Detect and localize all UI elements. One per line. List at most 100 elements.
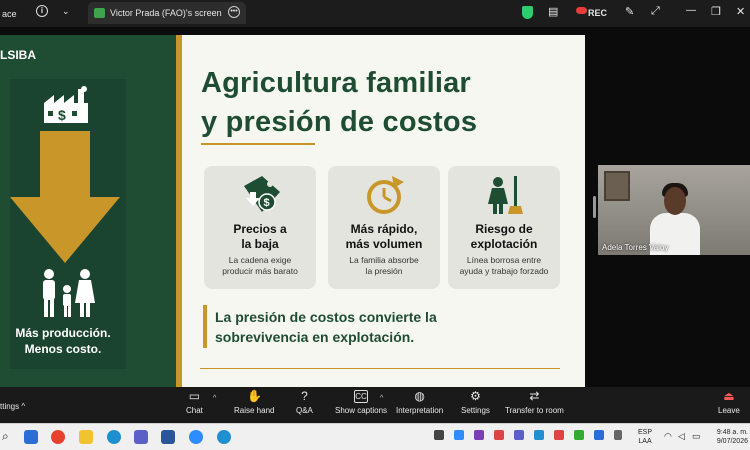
minimize-icon[interactable]: — xyxy=(686,5,696,16)
clock-arrow-icon xyxy=(367,176,404,214)
tray-app-icon[interactable] xyxy=(574,430,584,440)
quote-line-1: La presión de costos convierte la xyxy=(215,309,437,325)
interpretation-button[interactable]: ◍ Interpretation xyxy=(396,389,444,416)
lang-line-1: ESP xyxy=(638,429,653,436)
copilot-app-icon[interactable] xyxy=(24,430,38,444)
raise-hand-button[interactable]: ✋ Raise hand xyxy=(234,389,275,416)
tray-onedrive-icon[interactable] xyxy=(534,430,544,440)
shared-screen-tab[interactable]: Victor Prada (FAO)'s screen ••• xyxy=(88,2,246,24)
window-top-bar: ace i ⌄ Victor Prada (FAO)'s screen ••• … xyxy=(0,0,750,27)
slide-left-panel: LSIBA $ Más producción. Menos costo. xyxy=(0,35,176,387)
card-desc-line-2: ayuda y trabajo forzado xyxy=(459,266,549,276)
tagline-line-2: Menos costo. xyxy=(24,342,102,356)
quote-line-2: sobrevivencia en explotación. xyxy=(215,329,415,345)
notes-icon[interactable]: ▤ xyxy=(548,5,558,18)
tray-teams-icon[interactable] xyxy=(514,430,524,440)
quote-accent-bar xyxy=(203,305,207,348)
input-language[interactable]: ESP LAA xyxy=(638,428,652,446)
tray-zoom-icon[interactable] xyxy=(454,430,464,440)
slide-title: Agricultura familiar y presión de costos xyxy=(201,64,477,142)
globe-icon: ◍ xyxy=(414,389,425,403)
family-icon xyxy=(43,269,95,317)
chat-icon: ▭ xyxy=(188,389,201,403)
captions-options-caret[interactable]: ^ xyxy=(380,395,383,402)
qa-icon: ? xyxy=(301,389,308,403)
clock-time: 9:48 a. m. xyxy=(716,429,748,436)
edge-app-icon[interactable] xyxy=(107,430,121,444)
fullscreen-icon[interactable]: ⤢ xyxy=(651,5,660,18)
gear-icon: ⚙ xyxy=(470,389,481,403)
card-speed: Más rápido, más volumen La familia absor… xyxy=(328,166,440,289)
shared-slide: LSIBA $ Más producción. Menos costo. Agr… xyxy=(0,35,585,387)
settings-button[interactable]: ⚙ Settings xyxy=(461,389,490,416)
lang-line-2: LAA xyxy=(638,438,652,445)
hand-icon: ✋ xyxy=(247,389,263,403)
teams-app-icon[interactable] xyxy=(134,430,148,444)
qa-button[interactable]: ? Q&A xyxy=(296,389,313,416)
search-icon[interactable]: ⌕ xyxy=(2,429,9,444)
chrome-app-icon[interactable] xyxy=(51,430,65,444)
captions-button[interactable]: CC Show captions xyxy=(335,390,387,415)
settings-fragment-label: ttings xyxy=(0,402,20,411)
title-line-1: Agricultura familiar xyxy=(201,67,471,99)
word-app-icon[interactable] xyxy=(161,430,175,444)
card-title-line-1: Precios a xyxy=(233,222,287,236)
restore-icon[interactable]: ❐ xyxy=(711,5,721,18)
captions-icon: CC xyxy=(354,390,369,403)
panel-resize-handle[interactable] xyxy=(593,196,596,218)
participant-video[interactable]: Adela Torres Valoy xyxy=(598,165,750,255)
card-title-line-2: explotación xyxy=(470,237,538,251)
browser-app-icon[interactable] xyxy=(217,430,231,444)
card-title-line-2: la baja xyxy=(241,237,279,251)
transfer-button[interactable]: ⇄ Transfer to room xyxy=(505,389,564,416)
chat-button[interactable]: ▭ Chat xyxy=(186,389,203,416)
raise-hand-label: Raise hand xyxy=(234,406,275,415)
brand-label: LSIBA xyxy=(0,48,36,62)
card-title-line-2: más volumen xyxy=(345,237,423,251)
title-underline xyxy=(201,143,315,145)
leave-button[interactable]: ⏏ Leave xyxy=(718,390,740,416)
card-title-line-1: Riesgo de xyxy=(475,222,533,236)
file-explorer-icon[interactable] xyxy=(79,430,93,444)
card-desc-line-1: La cadena exige xyxy=(228,255,292,265)
battery-icon[interactable]: ▭ xyxy=(692,431,701,442)
wifi-icon[interactable]: ◠ xyxy=(664,431,672,442)
encryption-shield-icon[interactable] xyxy=(522,6,533,19)
captions-label: Show captions xyxy=(335,406,388,415)
zoom-app-icon[interactable] xyxy=(189,430,203,444)
card-description: La cadena exige producir más barato xyxy=(204,255,316,277)
tray-app-icon[interactable] xyxy=(434,430,444,440)
system-clock[interactable]: 9:48 a. m. 9/07/2026 xyxy=(708,428,748,446)
settings-fragment-button[interactable]: ttings ^ xyxy=(0,402,25,411)
wall-picture xyxy=(604,171,630,201)
screen: ace i ⌄ Victor Prada (FAO)'s screen ••• … xyxy=(0,0,750,450)
card-desc-line-1: La familia absorbe xyxy=(349,255,419,265)
tray-app-icon[interactable] xyxy=(554,430,564,440)
participant-head xyxy=(664,187,686,215)
info-icon[interactable]: i xyxy=(36,5,48,17)
card-description: La familia absorbe la presión xyxy=(328,255,440,277)
quote-text: La presión de costos convierte la sobrev… xyxy=(215,307,535,347)
chat-label: Chat xyxy=(186,406,203,415)
price-tag-down-icon: $ xyxy=(244,176,280,212)
tray-overflow-icon[interactable] xyxy=(614,430,622,440)
left-tagline: Más producción. Menos costo. xyxy=(0,325,126,357)
chat-options-caret[interactable]: ^ xyxy=(213,395,216,402)
transfer-icon: ⇄ xyxy=(529,389,540,403)
interpretation-label: Interpretation xyxy=(396,406,444,415)
transfer-label: Transfer to room xyxy=(505,406,564,415)
tray-onenote-icon[interactable] xyxy=(474,430,484,440)
annotate-pen-icon[interactable]: ✎ xyxy=(625,5,634,18)
settings-label: Settings xyxy=(461,406,490,415)
meeting-toolbar: ttings ^ ▭ Chat ^ ✋ Raise hand ? Q&A CC … xyxy=(0,387,750,423)
close-icon[interactable]: ✕ xyxy=(736,5,745,18)
tray-app-icon[interactable] xyxy=(594,430,604,440)
factory-icon: $ xyxy=(44,86,88,123)
volume-icon[interactable]: ◁ xyxy=(678,431,685,442)
more-options-icon[interactable]: ••• xyxy=(228,6,240,18)
recording-label[interactable]: REC xyxy=(588,8,607,18)
chevron-down-icon[interactable]: ⌄ xyxy=(62,6,70,17)
card-description: Línea borrosa entre ayuda y trabajo forz… xyxy=(448,255,560,277)
tray-app-icon[interactable] xyxy=(494,430,504,440)
svg-text:$: $ xyxy=(264,197,270,209)
